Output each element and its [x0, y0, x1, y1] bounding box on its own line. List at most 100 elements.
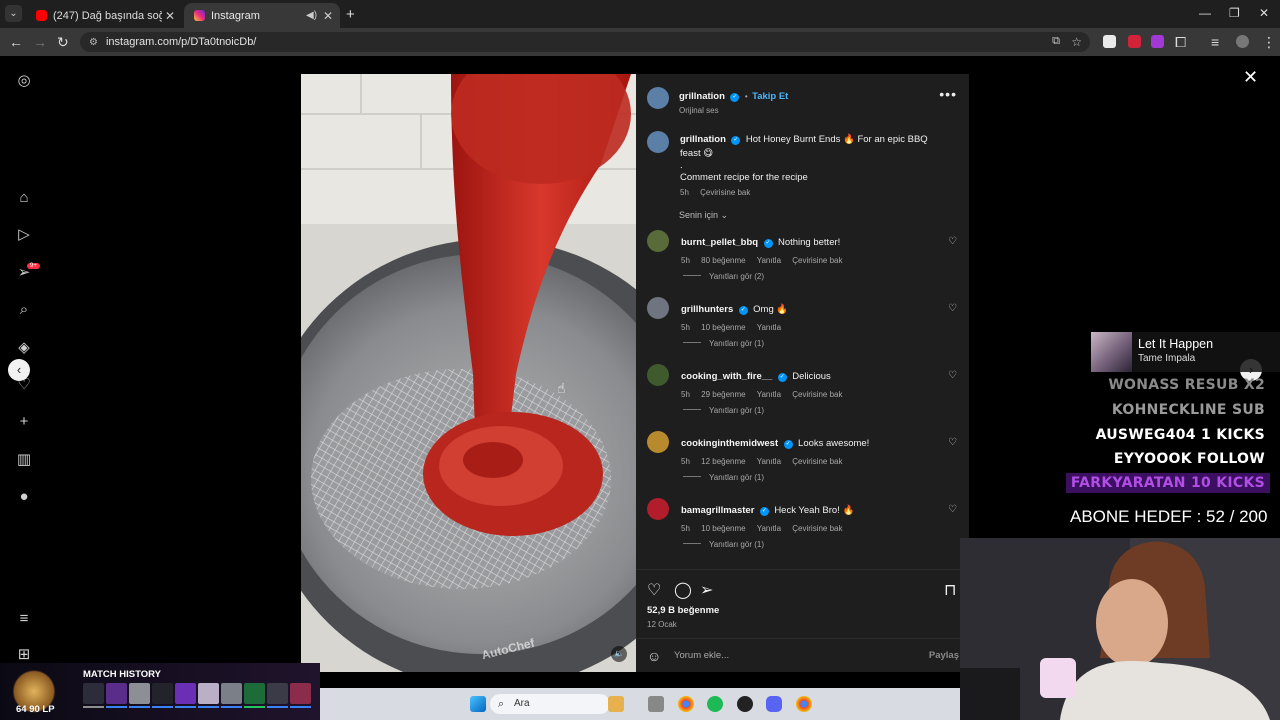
view-replies-link[interactable]: Yanıtları gör (1)	[683, 339, 764, 348]
emoji-icon[interactable]: ☺	[647, 648, 661, 664]
reels-icon[interactable]: ▷	[15, 226, 33, 244]
comment-likes[interactable]: 29 beğenme	[701, 390, 745, 399]
comment-avatar[interactable]	[647, 498, 669, 520]
comment-username[interactable]: cooking_with_fire__	[681, 371, 772, 382]
caption-author-avatar[interactable]	[647, 131, 669, 153]
translate-link[interactable]: Çevirisine bak	[792, 457, 842, 466]
comment-username[interactable]: bamagrillmaster	[681, 505, 754, 516]
post-comment-button[interactable]: Paylaş	[929, 650, 959, 661]
site-info-icon[interactable]: ⚙	[89, 37, 98, 48]
comment-avatar[interactable]	[647, 431, 669, 453]
speaker-icon[interactable]: ◀)	[306, 10, 320, 21]
comment-username[interactable]: cookinginthemidwest	[681, 438, 778, 449]
comment-input[interactable]: Yorum ekle...	[674, 650, 729, 661]
comment-like-heart-icon[interactable]: ♡	[948, 437, 957, 448]
extensions-puzzle-icon[interactable]: ⧠	[1175, 34, 1186, 51]
view-replies-link[interactable]: Yanıtları gör (1)	[683, 540, 764, 549]
view-replies-link[interactable]: Yanıtları gör (1)	[683, 473, 764, 482]
obs-icon[interactable]	[737, 696, 753, 712]
chrome-icon[interactable]	[678, 696, 694, 712]
window-close-icon[interactable]: ✕	[1259, 6, 1269, 20]
comment-avatar[interactable]	[647, 230, 669, 252]
comment-likes[interactable]: 10 beğenme	[701, 323, 745, 332]
menu-icon[interactable]: ≡	[15, 610, 33, 628]
translate-link[interactable]: Çevirisine bak	[792, 256, 842, 265]
event-ticker-line: WONASS RESUB X2	[1108, 377, 1265, 393]
extension-icon[interactable]	[1128, 35, 1141, 48]
reply-link[interactable]: Yanıtla	[757, 457, 781, 466]
threads-icon[interactable]: ⊞	[15, 646, 33, 664]
view-replies-link[interactable]: Yanıtları gör (1)	[683, 406, 764, 415]
view-replies-link[interactable]: Yanıtları gör (2)	[683, 272, 764, 281]
comment-like-heart-icon[interactable]: ♡	[948, 236, 957, 247]
start-icon[interactable]	[470, 696, 486, 712]
follow-button[interactable]: Takip Et	[752, 91, 788, 102]
comment-avatar[interactable]	[647, 297, 669, 319]
comment-username[interactable]: grillhunters	[681, 304, 733, 315]
install-icon[interactable]: ⧉	[1052, 35, 1060, 48]
comment-username[interactable]: burnt_pellet_bbq	[681, 237, 758, 248]
caption-translate-link[interactable]: Çevirisine bak	[700, 188, 750, 197]
widget-icon[interactable]	[608, 696, 624, 712]
forward-icon[interactable]: →	[33, 34, 47, 50]
bookmark-star-icon[interactable]: ☆	[1071, 35, 1082, 49]
translate-link[interactable]: Çevirisine bak	[792, 524, 842, 533]
tab-instagram[interactable]: Instagram ◀) ✕	[184, 3, 340, 28]
comment-time: 5h	[681, 524, 690, 533]
discord-icon[interactable]	[766, 696, 782, 712]
comment-likes[interactable]: 10 beğenme	[701, 524, 745, 533]
profile-avatar-icon[interactable]	[1236, 35, 1249, 48]
reply-link[interactable]: Yanıtla	[757, 390, 781, 399]
create-icon[interactable]: +	[15, 413, 33, 431]
close-icon[interactable]: ✕	[1243, 67, 1258, 88]
new-tab-button[interactable]: +	[346, 6, 355, 23]
search-icon[interactable]: ⌕	[15, 301, 33, 319]
reply-link[interactable]: Yanıtla	[757, 323, 781, 332]
taskbar-search[interactable]: Ara	[490, 694, 610, 714]
comment-like-heart-icon[interactable]: ♡	[948, 303, 957, 314]
explore-icon[interactable]: ◈	[15, 339, 33, 357]
mute-icon[interactable]: 🔈	[611, 646, 627, 662]
chrome-profile-icon[interactable]	[796, 696, 812, 712]
task-view-icon[interactable]	[648, 696, 664, 712]
tab-search-icon[interactable]: ⌄	[5, 5, 22, 22]
like-count[interactable]: 52,9 B beğenme	[647, 605, 719, 616]
media-control-icon[interactable]: ≡	[1211, 34, 1219, 50]
comment-icon[interactable]: ◯	[674, 580, 692, 600]
extension-icon[interactable]	[1151, 35, 1164, 48]
author-avatar[interactable]	[647, 87, 669, 109]
post-video[interactable]	[301, 74, 636, 672]
extension-icon[interactable]	[1103, 35, 1116, 48]
author-username[interactable]: grillnation	[679, 91, 725, 102]
comment-sort-dropdown[interactable]: Senin için ⌄	[679, 210, 728, 221]
spotify-icon[interactable]	[707, 696, 723, 712]
comment-avatar[interactable]	[647, 364, 669, 386]
back-icon[interactable]: ←	[9, 34, 23, 50]
maximize-icon[interactable]: ❐	[1229, 6, 1240, 20]
bookmark-icon[interactable]: ⊓	[944, 580, 956, 600]
browser-menu-icon[interactable]: ⋮	[1262, 34, 1276, 51]
comment-likes[interactable]: 80 beğenme	[701, 256, 745, 265]
minimize-icon[interactable]: —	[1199, 6, 1211, 20]
reload-icon[interactable]: ↻	[57, 34, 69, 51]
reply-link[interactable]: Yanıtla	[757, 256, 781, 265]
heart-icon[interactable]: ♡	[647, 580, 661, 600]
comment-likes[interactable]: 12 beğenme	[701, 457, 745, 466]
translate-link[interactable]: Çevirisine bak	[792, 390, 842, 399]
close-tab-icon[interactable]: ✕	[162, 9, 178, 23]
profile-icon[interactable]: ●	[15, 488, 33, 506]
close-tab-icon[interactable]: ✕	[320, 9, 336, 23]
previous-post-icon[interactable]: ‹	[8, 359, 30, 381]
tab-youtube[interactable]: (247) Dağ başında soğuk varmış ✕	[26, 3, 182, 28]
comment-like-heart-icon[interactable]: ♡	[948, 370, 957, 381]
audio-label[interactable]: Orijinal ses	[679, 106, 788, 115]
home-icon[interactable]: ⌂	[15, 189, 33, 207]
address-bar[interactable]: ⚙ instagram.com/p/DTa0tnoicDb/ ⧉ ☆	[80, 32, 1090, 52]
comment-like-heart-icon[interactable]: ♡	[948, 504, 957, 515]
more-options-icon[interactable]: •••	[939, 86, 957, 102]
share-icon[interactable]: ➢	[700, 580, 713, 600]
reply-link[interactable]: Yanıtla	[757, 524, 781, 533]
instagram-icon[interactable]: ◎	[15, 72, 33, 90]
dashboard-icon[interactable]: ▥	[15, 451, 33, 469]
caption-username[interactable]: grillnation	[680, 134, 726, 145]
